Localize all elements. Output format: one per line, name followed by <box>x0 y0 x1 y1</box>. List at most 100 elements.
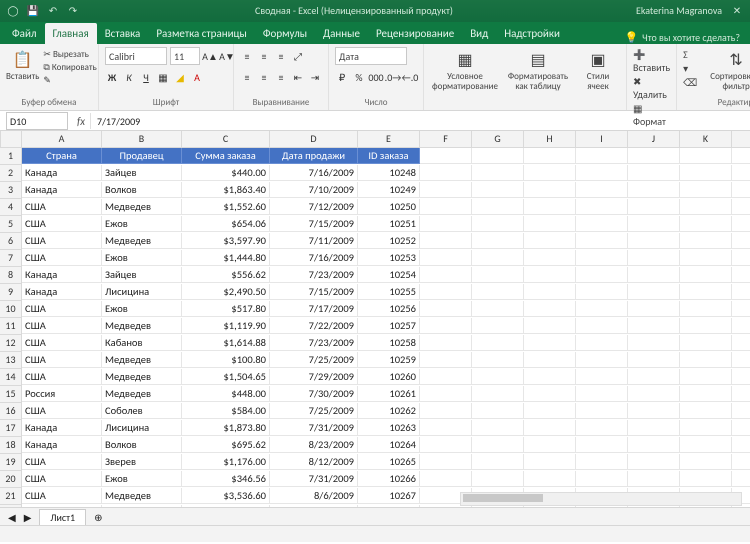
cell[interactable] <box>576 165 628 181</box>
cell[interactable]: 10257 <box>358 318 420 334</box>
cell[interactable]: США <box>22 471 102 487</box>
font-name-select[interactable]: Calibri <box>105 47 167 65</box>
cell[interactable]: 10266 <box>358 471 420 487</box>
row-header-2[interactable]: 2 <box>0 165 22 182</box>
col-header-D[interactable]: D <box>270 131 358 148</box>
row-header-17[interactable]: 17 <box>0 420 22 437</box>
cell[interactable] <box>524 386 576 402</box>
tab-Рецензирование[interactable]: Рецензирование <box>368 23 462 44</box>
fill-icon[interactable]: ▾ <box>683 62 705 75</box>
font-size-select[interactable]: 11 <box>170 47 200 65</box>
align-bottom-icon[interactable]: ≡ <box>274 49 288 63</box>
cell[interactable] <box>732 199 750 215</box>
cell[interactable] <box>472 369 524 385</box>
cell[interactable] <box>472 386 524 402</box>
cell[interactable]: 7/22/2009 <box>270 318 358 334</box>
cell[interactable]: 10251 <box>358 216 420 232</box>
cell[interactable] <box>732 301 750 317</box>
cell[interactable]: 7/23/2009 <box>270 335 358 351</box>
cell[interactable] <box>576 267 628 283</box>
cell[interactable] <box>732 386 750 402</box>
cell[interactable] <box>576 369 628 385</box>
cell[interactable]: 7/10/2009 <box>270 182 358 198</box>
cell[interactable]: 7/29/2009 <box>270 369 358 385</box>
cell[interactable]: 10248 <box>358 165 420 181</box>
row-header-1[interactable]: 1 <box>0 148 22 165</box>
cell[interactable] <box>732 454 750 470</box>
cell[interactable]: Зайцев <box>102 267 182 283</box>
cell[interactable] <box>420 318 472 334</box>
cell[interactable] <box>420 386 472 402</box>
col-header-I[interactable]: I <box>576 131 628 148</box>
cell[interactable]: $1,863.40 <box>182 182 270 198</box>
cell-styles-button[interactable]: ▣ Стили ячеек <box>576 47 620 92</box>
sheet-tab-1[interactable]: Лист1 <box>39 509 86 525</box>
conditional-formatting-button[interactable]: ▦ Условное форматирование <box>430 47 500 92</box>
cell[interactable] <box>576 454 628 470</box>
redo-icon[interactable]: ↷ <box>66 4 80 18</box>
cell[interactable] <box>472 403 524 419</box>
cell[interactable]: Лисицина <box>102 420 182 436</box>
cell[interactable] <box>680 284 732 300</box>
decrease-font-icon[interactable]: A▼ <box>220 49 234 63</box>
row-header-14[interactable]: 14 <box>0 369 22 386</box>
cell[interactable]: Медведев <box>102 386 182 402</box>
tab-file[interactable]: Файл <box>4 23 45 44</box>
col-header-B[interactable]: B <box>102 131 182 148</box>
cell[interactable] <box>576 148 628 164</box>
cell[interactable] <box>732 284 750 300</box>
cell[interactable]: Медведев <box>102 318 182 334</box>
cell[interactable] <box>472 250 524 266</box>
cell[interactable] <box>576 352 628 368</box>
cell[interactable] <box>524 216 576 232</box>
paste-button[interactable]: 📋 Вставить <box>6 47 39 82</box>
cell[interactable] <box>628 165 680 181</box>
increase-decimal-icon[interactable]: .0→ <box>386 70 400 84</box>
cell[interactable] <box>732 420 750 436</box>
cell[interactable] <box>524 267 576 283</box>
copy-button[interactable]: ⧉Копировать <box>43 62 96 73</box>
row-header-19[interactable]: 19 <box>0 454 22 471</box>
tab-nav-next-icon[interactable]: ▶ <box>24 511 32 524</box>
indent-decrease-icon[interactable]: ⇤ <box>291 70 305 84</box>
tab-Вставка[interactable]: Вставка <box>97 23 149 44</box>
cell[interactable]: $346.56 <box>182 471 270 487</box>
cell[interactable]: 7/23/2009 <box>270 267 358 283</box>
undo-icon[interactable]: ↶ <box>46 4 60 18</box>
col-header-F[interactable]: F <box>420 131 472 148</box>
cell[interactable] <box>680 352 732 368</box>
row-header-20[interactable]: 20 <box>0 471 22 488</box>
cell[interactable]: 10259 <box>358 352 420 368</box>
cell[interactable] <box>628 352 680 368</box>
cell[interactable]: $584.00 <box>182 403 270 419</box>
col-header-L[interactable]: L <box>732 131 750 148</box>
cell[interactable] <box>472 165 524 181</box>
autosum-icon[interactable]: Σ <box>683 48 705 61</box>
cell[interactable]: $654.06 <box>182 216 270 232</box>
row-header-21[interactable]: 21 <box>0 488 22 505</box>
cell[interactable] <box>472 199 524 215</box>
cell[interactable] <box>680 454 732 470</box>
cell[interactable]: $1,873.80 <box>182 420 270 436</box>
cell[interactable] <box>524 165 576 181</box>
cell[interactable] <box>472 148 524 164</box>
currency-icon[interactable]: ₽ <box>335 70 349 84</box>
row-header-4[interactable]: 4 <box>0 199 22 216</box>
italic-button[interactable]: К <box>122 70 136 84</box>
cell[interactable] <box>628 420 680 436</box>
cell[interactable] <box>524 420 576 436</box>
tab-nav-prev-icon[interactable]: ◀ <box>8 511 16 524</box>
cell[interactable] <box>628 437 680 453</box>
cell[interactable] <box>524 318 576 334</box>
row-header-3[interactable]: 3 <box>0 182 22 199</box>
row-header-13[interactable]: 13 <box>0 352 22 369</box>
cell[interactable]: Медведев <box>102 199 182 215</box>
cell[interactable] <box>576 403 628 419</box>
cell[interactable]: $1,444.80 <box>182 250 270 266</box>
cell[interactable] <box>628 267 680 283</box>
col-header-G[interactable]: G <box>472 131 524 148</box>
cell[interactable]: США <box>22 488 102 504</box>
cell[interactable]: 10256 <box>358 301 420 317</box>
cell[interactable]: Кабанов <box>102 335 182 351</box>
increase-font-icon[interactable]: A▲ <box>203 49 217 63</box>
